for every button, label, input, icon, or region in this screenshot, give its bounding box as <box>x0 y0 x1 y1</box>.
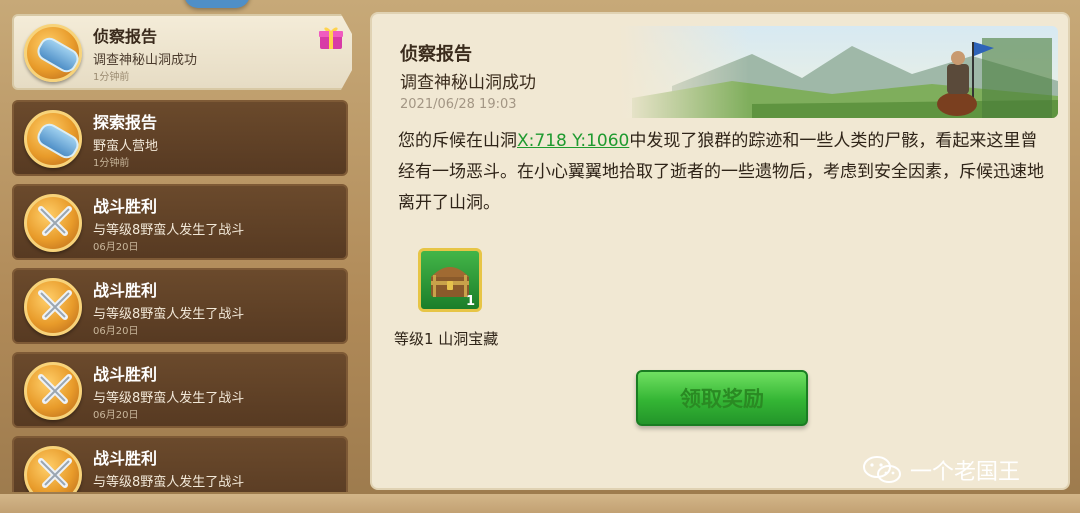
mail-title: 战斗胜利 <box>93 197 158 216</box>
watermark: 一个老国王 <box>862 454 1020 486</box>
bottom-toolbar <box>0 494 1080 513</box>
crossed-swords-icon <box>24 278 82 336</box>
report-title: 侦察报告 <box>400 44 472 65</box>
reward-item[interactable]: 1 <box>418 248 482 312</box>
mail-subtitle: 与等级8野蛮人发生了战斗 <box>93 391 245 406</box>
mail-title: 探索报告 <box>93 113 158 132</box>
spyglass-icon <box>24 110 83 168</box>
claim-reward-label: 领取奖励 <box>680 387 764 411</box>
mail-title: 侦察报告 <box>93 27 158 46</box>
reward-label: 等级1 山洞宝藏 <box>394 330 499 348</box>
mail-time: 1分钟前 <box>93 158 130 169</box>
claim-reward-button[interactable]: 领取奖励 <box>636 370 808 426</box>
mail-time: 06月20日 <box>93 410 139 421</box>
crossed-swords-icon <box>24 446 82 492</box>
gift-icon <box>319 27 343 49</box>
mail-time: 06月20日 <box>93 326 139 337</box>
reward-quantity: 1 <box>465 294 475 309</box>
mail-item-battle-victory[interactable]: 战斗胜利 与等级8野蛮人发生了战斗 06月20日 <box>12 352 348 428</box>
report-subtitle: 调查神秘山洞成功 <box>400 73 536 93</box>
mail-item-scout-report[interactable]: 侦察报告 调查神秘山洞成功 1分钟前 <box>12 14 352 90</box>
mail-subtitle: 与等级8野蛮人发生了战斗 <box>93 307 245 322</box>
top-tab[interactable] <box>184 0 250 8</box>
spyglass-icon <box>24 24 83 82</box>
coordinate-link[interactable]: X:718 Y:1060 <box>517 131 629 151</box>
report-panel: 侦察报告 调查神秘山洞成功 2021/06/28 19:03 您的斥候在山洞X:… <box>370 12 1070 490</box>
mail-subtitle: 调查神秘山洞成功 <box>93 53 198 68</box>
mail-item-explore-report[interactable]: 探索报告 野蛮人营地 1分钟前 <box>12 100 348 176</box>
watermark-text: 一个老国王 <box>910 460 1021 485</box>
mail-item-battle-victory[interactable]: 战斗胜利 与等级8野蛮人发生了战斗 06月20日 <box>12 184 348 260</box>
wechat-icon <box>863 456 901 483</box>
mail-subtitle: 野蛮人营地 <box>93 139 159 154</box>
mail-title: 战斗胜利 <box>93 449 158 468</box>
mail-item-battle-victory[interactable]: 战斗胜利 与等级8野蛮人发生了战斗 <box>12 436 348 492</box>
mail-subtitle: 与等级8野蛮人发生了战斗 <box>93 223 245 238</box>
mail-subtitle: 与等级8野蛮人发生了战斗 <box>93 475 245 490</box>
crossed-swords-icon <box>24 194 82 252</box>
report-date: 2021/06/28 19:03 <box>400 97 517 112</box>
report-body: 您的斥候在山洞X:718 Y:1060中发现了狼群的踪迹和一些人类的尸骸，看起来… <box>398 126 1048 219</box>
mail-list[interactable]: 侦察报告 调查神秘山洞成功 1分钟前 探索报告 野蛮人营地 1分钟前 战斗胜利 … <box>12 14 352 492</box>
mail-item-battle-victory[interactable]: 战斗胜利 与等级8野蛮人发生了战斗 06月20日 <box>12 268 348 344</box>
mail-title: 战斗胜利 <box>93 365 158 384</box>
crossed-swords-icon <box>24 362 82 420</box>
mail-title: 战斗胜利 <box>93 281 158 300</box>
mail-time: 1分钟前 <box>93 72 130 83</box>
report-body-before: 您的斥候在山洞 <box>398 131 517 151</box>
mail-time: 06月20日 <box>93 242 139 253</box>
